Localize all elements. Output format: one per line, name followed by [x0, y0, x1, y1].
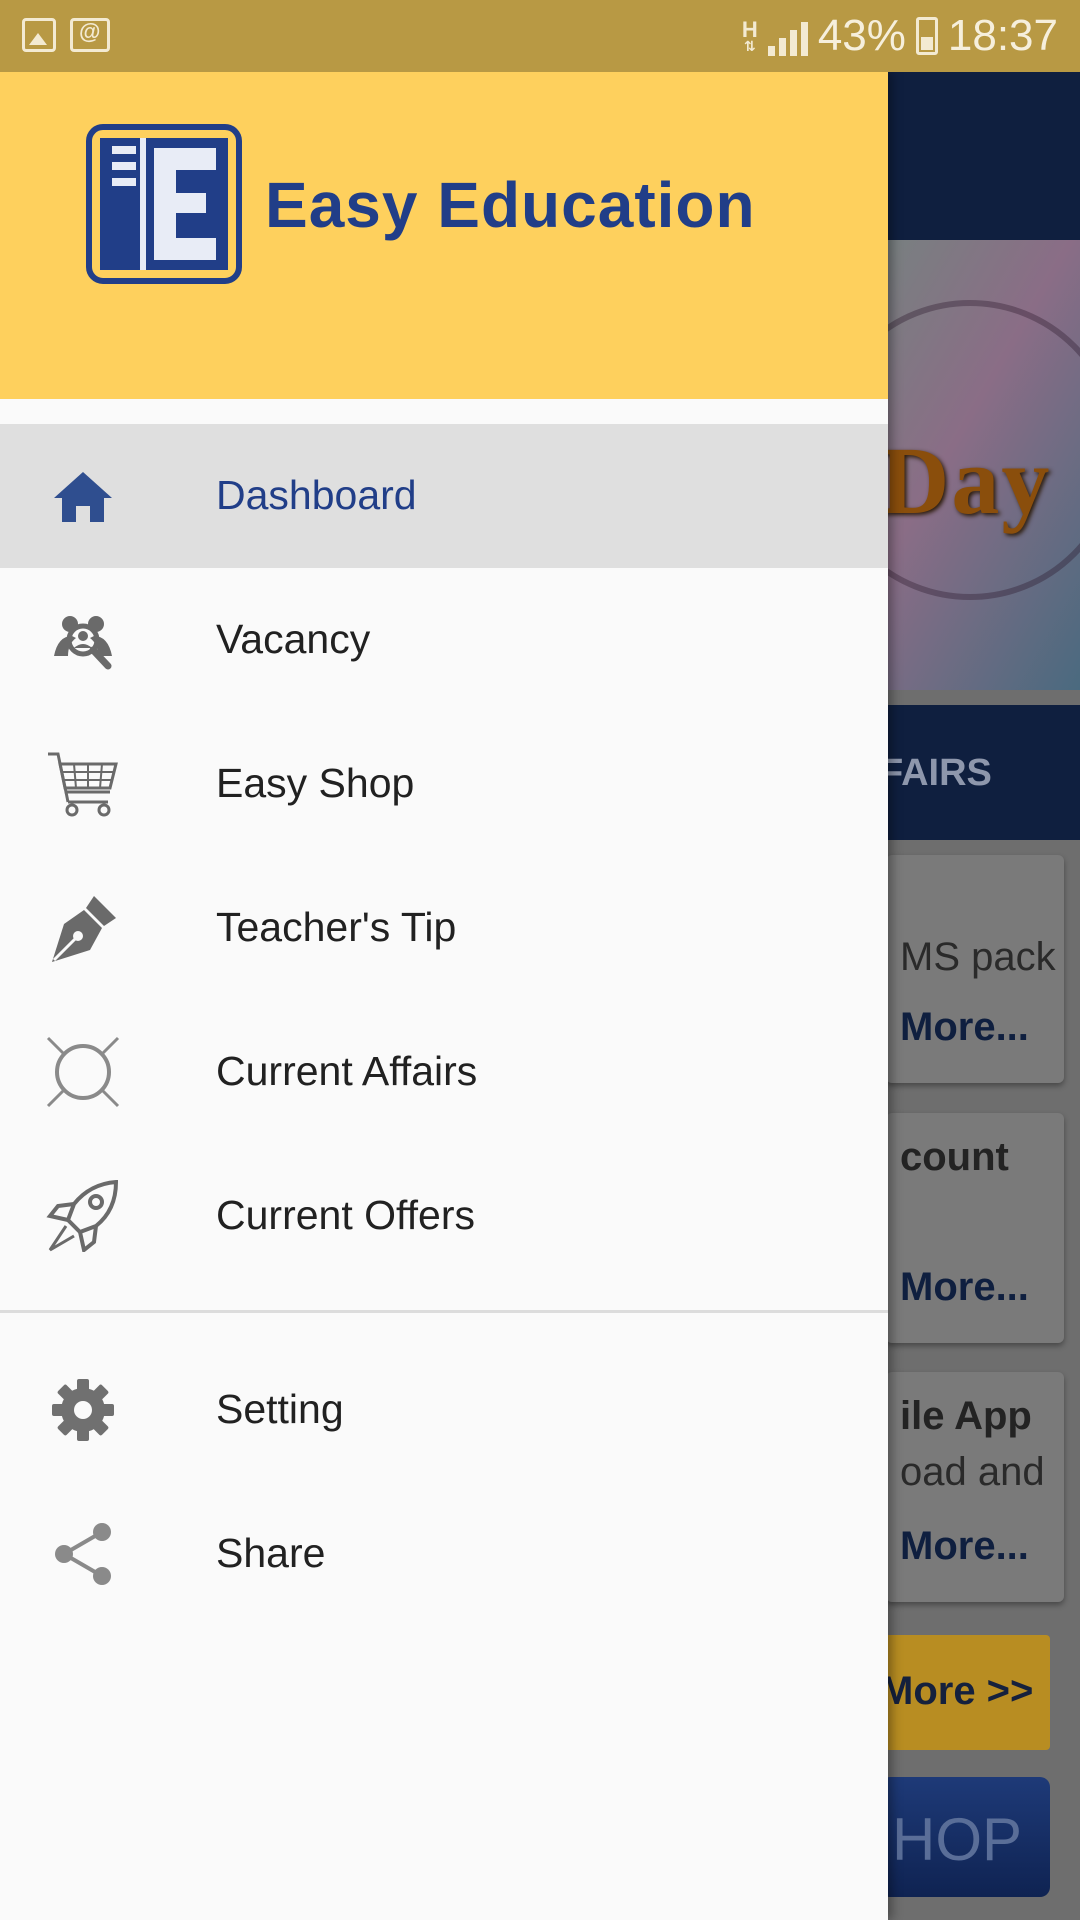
- card-more-link: More...: [900, 1005, 1029, 1049]
- shop-button-label: HOP: [892, 1806, 1023, 1873]
- drawer-header: Easy Education: [0, 72, 888, 399]
- menu-item-dashboard[interactable]: Dashboard: [0, 424, 888, 568]
- banner-text: Day: [880, 427, 1052, 534]
- background-card: count More...: [886, 1113, 1064, 1343]
- menu-item-vacancy[interactable]: Vacancy: [0, 568, 888, 712]
- navigation-drawer: Easy Education Dashboard Vacancy Easy Sh…: [0, 72, 888, 1920]
- brand-name: Easy Education: [265, 169, 756, 241]
- card-text: MS pack: [900, 935, 1056, 979]
- easy-education-logo: [86, 124, 242, 284]
- notification-icons: @: [22, 18, 110, 52]
- background-card: ile App oad and More...: [886, 1372, 1064, 1602]
- menu-item-label: Vacancy: [216, 616, 371, 662]
- menu-item-current-affairs[interactable]: Current Affairs: [0, 1000, 888, 1144]
- menu-item-share[interactable]: Share: [0, 1482, 888, 1626]
- menu-item-current-offers[interactable]: Current Offers: [0, 1144, 888, 1288]
- menu-item-teachers-tip[interactable]: Teacher's Tip: [0, 856, 888, 1000]
- background-card: MS pack More...: [886, 855, 1064, 1083]
- menu-item-label: Setting: [216, 1386, 344, 1432]
- background-more-button: More >>: [880, 1635, 1050, 1750]
- card-text: oad and: [900, 1450, 1045, 1494]
- clock: 18:37: [947, 11, 1058, 60]
- home-icon: [54, 472, 112, 522]
- menu-item-easy-shop[interactable]: Easy Shop: [0, 712, 888, 856]
- menu-item-setting[interactable]: Setting: [0, 1338, 888, 1482]
- menu-item-label: Dashboard: [216, 472, 417, 518]
- network-type-label: H: [741, 17, 758, 42]
- card-title: count: [900, 1135, 1009, 1179]
- battery-percent: 43%: [817, 11, 906, 60]
- menu-item-label: Easy Shop: [216, 760, 415, 806]
- pen-nib-icon: [52, 896, 116, 962]
- gear-icon: [52, 1379, 114, 1441]
- image-notification-icon: [22, 18, 56, 52]
- menu-item-label: Share: [216, 1530, 326, 1576]
- shopping-cart-icon: [48, 752, 118, 817]
- menu-item-label: Current Offers: [216, 1192, 475, 1238]
- people-search-icon: [54, 616, 112, 670]
- menu-divider: [0, 1310, 888, 1313]
- card-title: ile App: [900, 1394, 1032, 1438]
- menu-item-label: Current Affairs: [216, 1048, 478, 1094]
- system-indicators: H ⇅ 43% 18:37: [742, 10, 1058, 62]
- signal-strength-icon: [767, 16, 808, 56]
- card-more-link: More...: [900, 1265, 1029, 1309]
- globe-icon: [46, 1036, 120, 1108]
- menu-item-label: Teacher's Tip: [216, 904, 457, 950]
- background-tab-label: FAIRS: [880, 752, 992, 794]
- background-shop-button: HOP: [880, 1777, 1050, 1897]
- more-button-label: More >>: [880, 1669, 1034, 1713]
- card-more-link: More...: [900, 1524, 1029, 1568]
- status-bar: @ H ⇅ 43% 18:37: [0, 0, 1080, 72]
- network-type-indicator: H ⇅: [741, 17, 758, 54]
- battery-icon: [915, 17, 938, 55]
- rocket-icon: [46, 1180, 119, 1252]
- email-notification-icon: @: [70, 18, 110, 52]
- share-icon: [55, 1523, 111, 1585]
